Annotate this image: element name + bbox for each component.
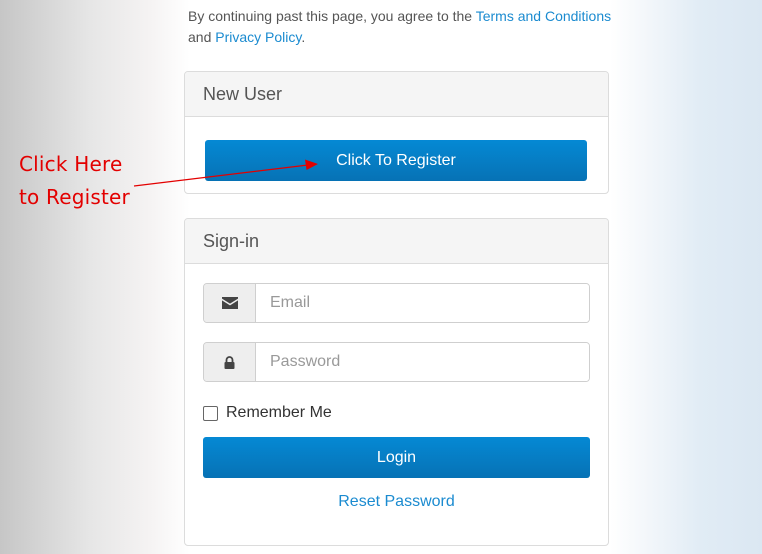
lock-icon xyxy=(204,343,256,381)
remember-me-label: Remember Me xyxy=(226,404,332,421)
privacy-link[interactable]: Privacy Policy xyxy=(215,29,301,45)
agreement-text: By continuing past this page, you agree … xyxy=(188,6,648,48)
email-input-group xyxy=(203,283,590,323)
annotation-line-1: Click Here xyxy=(19,152,123,176)
agreement-middle: and xyxy=(188,29,216,45)
agreement-suffix: . xyxy=(301,29,306,45)
envelope-icon xyxy=(204,284,256,322)
login-button[interactable]: Login xyxy=(203,437,590,478)
password-input-group xyxy=(203,342,590,382)
new-user-panel-title: New User xyxy=(185,72,608,117)
email-input[interactable] xyxy=(256,284,589,322)
remember-me-checkbox[interactable]: Remember Me xyxy=(203,404,332,422)
terms-link[interactable]: Terms and Conditions xyxy=(476,8,611,24)
annotation-callout: Click Here to Register xyxy=(19,148,130,214)
annotation-line-2: to Register xyxy=(19,185,130,209)
checkbox-icon[interactable] xyxy=(203,405,218,421)
signin-panel: Sign-in Remember Me Login Reset Password xyxy=(184,218,609,546)
register-button[interactable]: Click To Register xyxy=(205,140,587,181)
reset-password-link[interactable]: Reset Password xyxy=(185,493,608,511)
password-input[interactable] xyxy=(256,343,589,381)
agreement-prefix: By continuing past this page, you agree … xyxy=(188,8,476,24)
new-user-panel: New User Click To Register xyxy=(184,71,609,194)
signin-panel-title: Sign-in xyxy=(185,219,608,264)
